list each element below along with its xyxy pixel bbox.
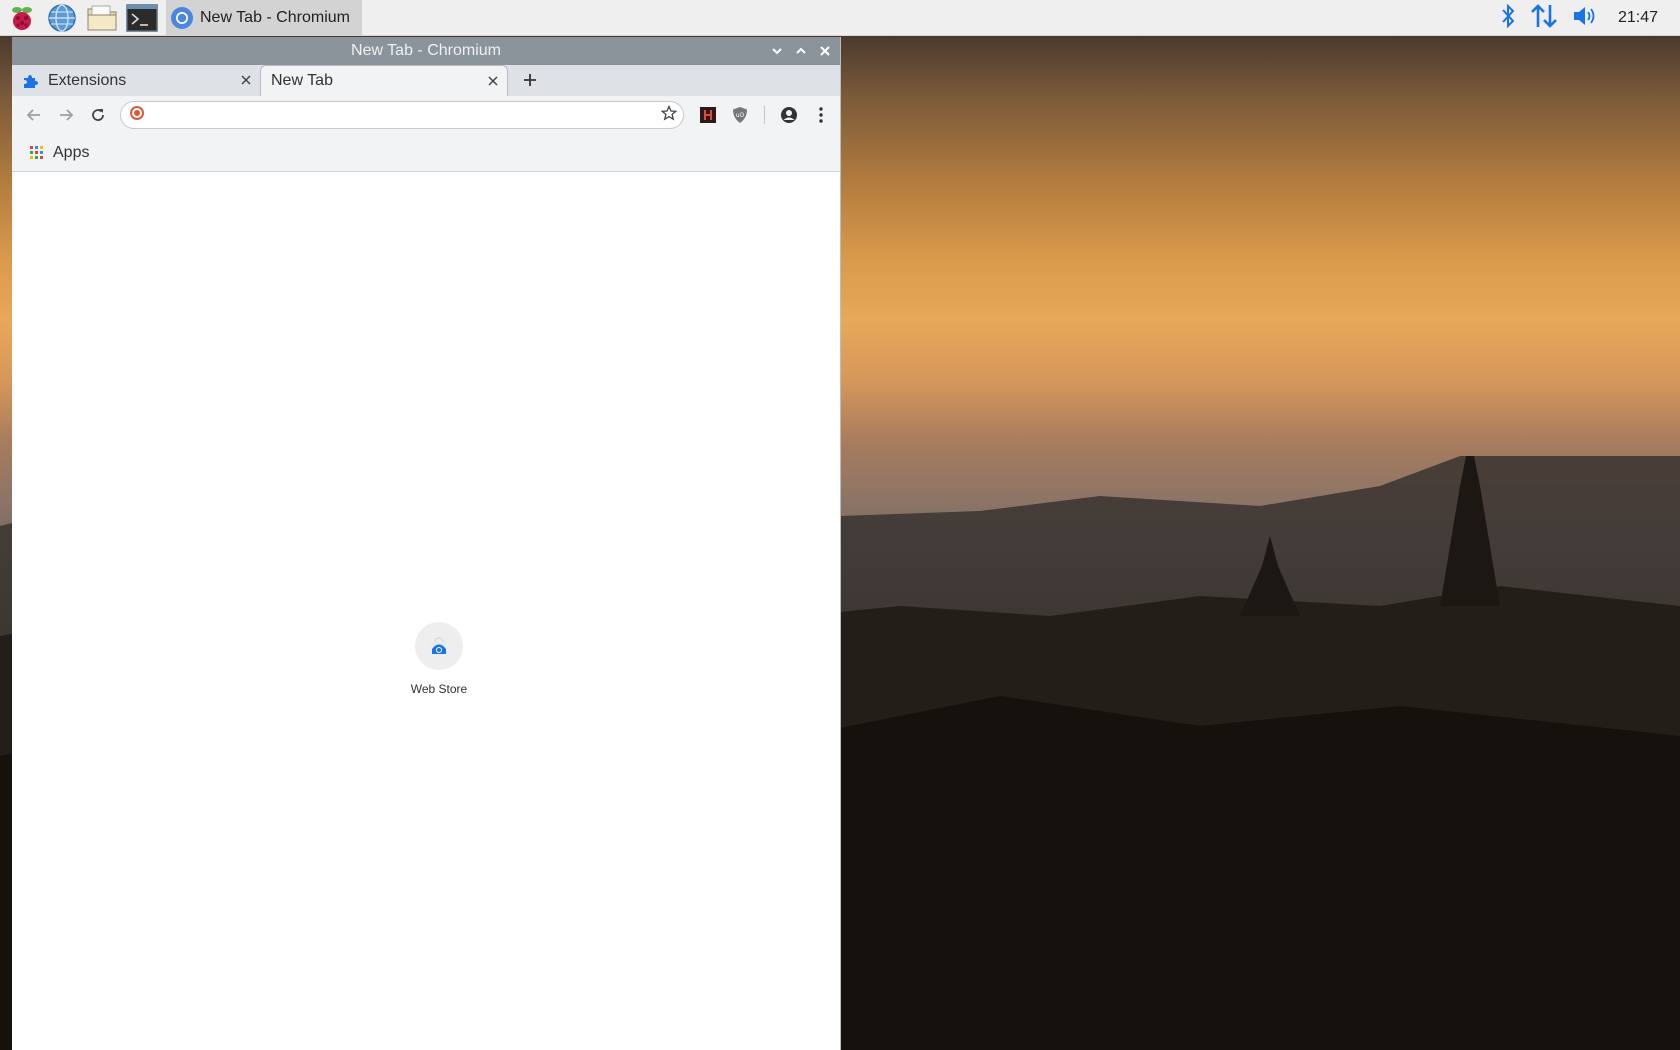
bookmarks-bar: Apps — [12, 134, 840, 172]
tab-strip: Extensions New Tab — [12, 65, 840, 96]
window-title: New Tab - Chromium — [351, 42, 501, 59]
new-tab-page: Web Store — [12, 172, 840, 1050]
file-manager-icon[interactable] — [84, 0, 120, 36]
shield-icon: uO — [733, 107, 747, 123]
taskbar-task-label: New Tab - Chromium — [200, 8, 350, 26]
tab-close-button[interactable] — [485, 73, 501, 89]
reload-button[interactable] — [84, 101, 112, 129]
close-icon — [241, 75, 251, 85]
search-engine-icon — [129, 105, 145, 126]
toolbar-separator — [764, 106, 765, 124]
web-store-icon — [431, 637, 447, 654]
forward-button[interactable] — [52, 101, 80, 129]
tab-label: New Tab — [271, 72, 333, 89]
apps-grid-icon — [30, 145, 43, 159]
window-controls — [766, 37, 836, 65]
chevron-down-icon — [772, 48, 782, 55]
clock[interactable]: 21:47 — [1618, 9, 1658, 27]
web-browser-icon[interactable] — [44, 0, 80, 36]
svg-text:uO: uO — [736, 112, 745, 119]
bookmark-star-icon[interactable] — [660, 104, 678, 126]
back-button[interactable] — [20, 101, 48, 129]
profile-button[interactable] — [775, 101, 803, 129]
close-window-button[interactable] — [814, 40, 836, 62]
tab-close-button[interactable] — [238, 72, 254, 88]
reload-icon — [92, 109, 104, 121]
close-icon — [488, 76, 498, 86]
bluetooth-icon[interactable] — [1500, 3, 1516, 34]
bookmark-apps[interactable]: Apps — [26, 139, 93, 167]
close-icon — [820, 46, 830, 56]
system-tray: 21:47 — [1500, 0, 1680, 36]
address-input[interactable] — [153, 103, 661, 127]
volume-icon[interactable] — [1572, 4, 1598, 33]
address-bar[interactable] — [120, 101, 684, 129]
chromium-icon — [171, 6, 193, 29]
menu-button[interactable] — [807, 101, 835, 129]
terminal-icon[interactable] — [124, 0, 160, 36]
tab-label: Extensions — [48, 71, 127, 89]
account-icon — [781, 107, 797, 123]
shortcut-label: Web Store — [410, 682, 468, 696]
extension-button[interactable] — [694, 101, 722, 129]
puzzle-icon — [22, 73, 38, 89]
more-vertical-icon — [819, 107, 823, 123]
maximize-button[interactable] — [790, 40, 812, 62]
extension-h-icon — [700, 107, 716, 123]
network-icon[interactable] — [1530, 3, 1558, 34]
new-tab-button[interactable] — [516, 66, 544, 94]
plus-icon — [524, 74, 536, 86]
ublock-button[interactable]: uO — [726, 101, 754, 129]
window-titlebar[interactable]: New Tab - Chromium — [12, 37, 840, 65]
minimize-button[interactable] — [766, 40, 788, 62]
shortcut-web-store[interactable]: Web Store — [384, 622, 494, 696]
web-store-tile — [415, 622, 463, 670]
tab-new-tab[interactable]: New Tab — [260, 65, 508, 96]
raspberry-menu-icon[interactable] — [4, 0, 40, 36]
arrow-left-icon — [26, 109, 40, 121]
arrow-right-icon — [60, 109, 74, 121]
taskbar-chromium-task[interactable]: New Tab - Chromium — [166, 0, 362, 36]
bookmark-apps-label: Apps — [53, 143, 90, 161]
chromium-window: New Tab - Chromium Extensions New Tab uO… — [12, 37, 841, 1050]
taskbar: New Tab - Chromium 21:47 — [0, 0, 1680, 36]
tab-extensions[interactable]: Extensions — [12, 65, 260, 96]
browser-toolbar: uO — [12, 96, 840, 134]
chevron-up-icon — [796, 47, 806, 54]
